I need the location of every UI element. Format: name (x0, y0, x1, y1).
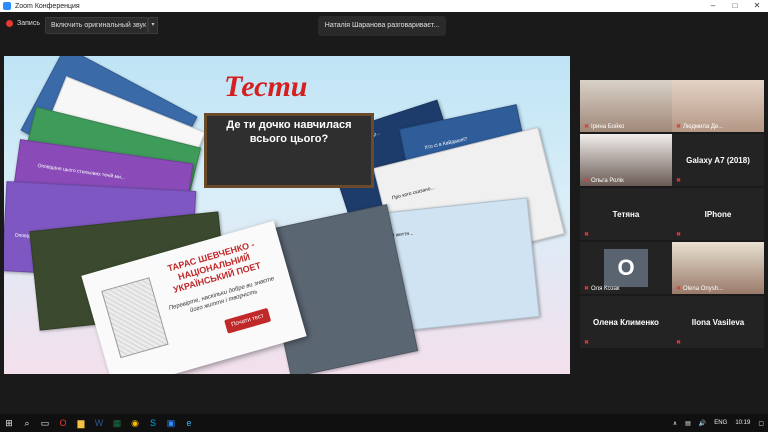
participant-status: ✖ (676, 231, 683, 238)
windows-taskbar: ⊞ ⌕ ▭ O ▆ W ▦ ◉ S ▣ e ∧ ▤ 🔊 ENG 10:19 ▢ (0, 414, 768, 432)
minimize-button[interactable]: – (702, 0, 724, 12)
mic-muted-icon: ✖ (584, 178, 590, 184)
participant-status: ✖ (676, 339, 683, 346)
zoom-app-icon (3, 2, 11, 10)
participant-name: ✖ Оля Козак (584, 285, 620, 292)
card-label: Оповіданя цього стильових течій ми... (37, 162, 126, 182)
participant-name: ✖ Людмила Де... (676, 123, 723, 130)
original-sound-button[interactable]: Включить оригинальный звук (45, 17, 148, 34)
participant-tile[interactable]: Ilona Vasileva ✖ (672, 296, 764, 348)
mic-muted-icon: ✖ (676, 178, 682, 184)
mic-muted-icon: ✖ (584, 232, 590, 238)
window-title: Zoom Конференция (15, 2, 80, 10)
close-button[interactable]: ✕ (746, 0, 768, 12)
participant-tile[interactable]: Олена Клименко ✖ (580, 296, 672, 348)
participant-status: ✖ (584, 231, 591, 238)
participant-name-text: Людмила Де... (683, 124, 724, 130)
participant-tile[interactable]: ✖ Ірина Бойко (580, 80, 672, 132)
edge-icon[interactable]: e (180, 414, 198, 432)
tray-chevron-icon[interactable]: ∧ (673, 420, 677, 427)
opera-icon[interactable]: O (54, 414, 72, 432)
participant-name-center: Олена Клименко (593, 317, 659, 327)
network-icon[interactable]: ▤ (685, 420, 691, 427)
participant-name-center: Galaxy A7 (2018) (686, 155, 750, 165)
participant-name-center: Ilona Vasileva (691, 317, 745, 327)
maximize-button[interactable]: □ (724, 0, 746, 12)
chrome-icon[interactable]: ◉ (126, 414, 144, 432)
participant-tile[interactable]: Тетяна ✖ (580, 188, 672, 240)
start-test-button: Почати тест (224, 307, 272, 334)
record-label: Запись (17, 20, 40, 27)
participant-name: ✖ Ольга Ролік (584, 177, 624, 184)
meeting-topbar: Запись Включить оригинальный звук ▾ Ната… (0, 12, 768, 42)
participant-tile[interactable]: ✖ Ольга Ролік (580, 134, 672, 186)
blackboard-text: Де ти дочко навчилася всього цього? (226, 119, 352, 145)
mic-muted-icon: ✖ (676, 286, 682, 292)
avatar: О (604, 249, 648, 287)
mic-muted-icon: ✖ (584, 124, 590, 130)
participant-name: ✖ Olena Onysh... (676, 285, 723, 292)
chevron-down-icon: ▾ (151, 22, 155, 28)
window-controls: – □ ✕ (702, 0, 768, 12)
file-explorer-icon[interactable]: ▆ (72, 414, 90, 432)
participant-name-center: IPhone (704, 209, 732, 219)
participant-tile[interactable]: О ✖ Оля Козак (580, 242, 672, 294)
slide-title: Тести (224, 70, 308, 103)
participant-name-text: Ольга Ролік (591, 178, 624, 184)
participant-tile[interactable]: IPhone ✖ (672, 188, 764, 240)
skype-icon[interactable]: S (144, 414, 162, 432)
zoom-taskbar-icon[interactable]: ▣ (162, 414, 180, 432)
mic-muted-icon: ✖ (584, 340, 590, 346)
language-indicator[interactable]: ENG (714, 420, 727, 426)
participant-name-text: Оля Козак (591, 286, 620, 292)
task-view-icon[interactable]: ▭ (36, 414, 54, 432)
mic-muted-icon: ✖ (676, 340, 682, 346)
mic-muted-icon: ✖ (676, 124, 682, 130)
system-tray: ∧ ▤ 🔊 ENG 10:19 ▢ (669, 414, 768, 432)
record-indicator[interactable]: Запись (6, 20, 40, 27)
participant-status: ✖ (584, 339, 591, 346)
participant-name-text: Ірина Бойко (591, 124, 625, 130)
participant-tile[interactable]: ✖ Olena Onysh... (672, 242, 764, 294)
word-icon[interactable]: W (90, 414, 108, 432)
windows-start-icon[interactable]: ⊞ (0, 414, 18, 432)
window-titlebar: Zoom Конференция – □ ✕ (0, 0, 768, 12)
notifications-icon[interactable]: ▢ (758, 420, 764, 427)
speaking-status: Наталія Шаранова разговариваєт... (318, 16, 446, 36)
clock[interactable]: 10:19 (735, 420, 750, 426)
search-icon[interactable]: ⌕ (18, 414, 36, 432)
participant-tile[interactable]: ✖ Людмила Де... (672, 80, 764, 132)
card-label: Про кого сказано... (391, 185, 436, 202)
participant-status: ✖ (676, 177, 683, 184)
mic-muted-icon: ✖ (676, 232, 682, 238)
participant-tile[interactable]: Galaxy A7 (2018) ✖ (672, 134, 764, 186)
participant-name-center: Тетяна (612, 209, 640, 219)
participant-name-text: Olena Onysh... (683, 286, 724, 292)
record-icon (6, 20, 13, 27)
participant-name: ✖ Ірина Бойко (584, 123, 624, 130)
volume-icon[interactable]: 🔊 (699, 420, 706, 427)
mic-muted-icon: ✖ (584, 286, 590, 292)
excel-icon[interactable]: ▦ (108, 414, 126, 432)
original-sound-dropdown[interactable]: ▾ (148, 17, 158, 34)
shared-screen: Оповіданя цього стильових течій ми... Оп… (4, 56, 570, 374)
